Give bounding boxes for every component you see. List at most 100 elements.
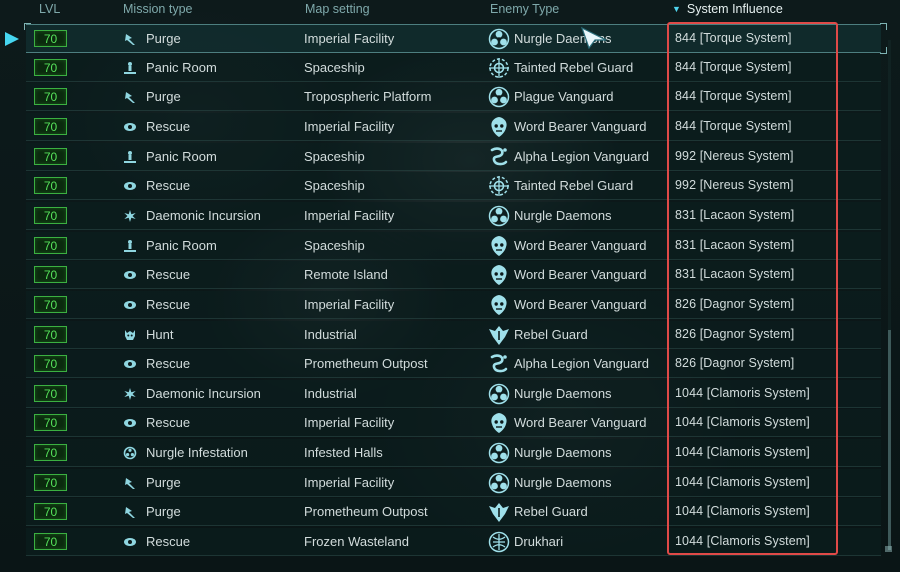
- map-setting: Spaceship: [304, 149, 365, 164]
- mission-type: Rescue: [146, 267, 191, 282]
- map-setting: Prometheum Outpost: [304, 356, 428, 371]
- enemy-type: Rebel Guard: [514, 327, 588, 342]
- nurgle-icon: [488, 383, 510, 405]
- drukhari-icon: [488, 531, 510, 553]
- map-setting: Prometheum Outpost: [304, 504, 428, 519]
- rescue-icon: [124, 123, 136, 131]
- enemy-type: Rebel Guard: [514, 504, 588, 519]
- rescue-icon: [124, 301, 136, 309]
- scrollbar-end-cap: [885, 546, 892, 552]
- panic-room-icon: [124, 240, 136, 252]
- mission-type: Rescue: [146, 119, 191, 134]
- mission-type: Purge: [146, 504, 181, 519]
- mission-type: Daemonic Incursion: [146, 208, 261, 223]
- enemy-type: Alpha Legion Vanguard: [514, 149, 649, 164]
- tainted-guard-icon: [489, 176, 509, 196]
- column-header-bar: LVL Mission type Map setting Enemy Type …: [0, 0, 900, 20]
- mission-type: Daemonic Incursion: [146, 386, 261, 401]
- level-badge: 70: [34, 296, 67, 313]
- purge-icon: [125, 507, 135, 518]
- map-setting: Imperial Facility: [304, 415, 395, 430]
- enemy-type: Nurgle Daemons: [514, 208, 612, 223]
- purge-icon: [125, 92, 135, 103]
- mission-type: Panic Room: [146, 149, 217, 164]
- alpha-legion-icon: [490, 354, 508, 373]
- mission-type: Rescue: [146, 297, 191, 312]
- purge-icon: [125, 478, 135, 489]
- system-influence-label: System Influence: [686, 2, 783, 16]
- mission-type: Rescue: [146, 415, 191, 430]
- mission-type: Rescue: [146, 178, 191, 193]
- nurgle-icon: [488, 28, 510, 50]
- panic-room-icon: [124, 62, 136, 74]
- enemy-type: Nurgle Daemons: [514, 475, 612, 490]
- level-badge: 70: [34, 30, 67, 47]
- purge-icon: [125, 34, 135, 45]
- mission-type: Rescue: [146, 534, 191, 549]
- enemy-type: Word Bearer Vanguard: [514, 415, 647, 430]
- mission-type: Panic Room: [146, 60, 217, 75]
- nurgle-infestation-icon: [123, 446, 137, 460]
- selection-arrow-icon: [5, 32, 19, 46]
- rescue-icon: [124, 182, 136, 190]
- map-setting: Imperial Facility: [304, 208, 395, 223]
- level-badge: 70: [34, 355, 67, 372]
- column-header-mission-type[interactable]: Mission type: [123, 2, 192, 16]
- level-badge: 70: [34, 414, 67, 431]
- map-setting: Tropospheric Platform: [304, 89, 432, 104]
- enemy-type: Word Bearer Vanguard: [514, 238, 647, 253]
- level-badge: 70: [34, 59, 67, 76]
- map-setting: Remote Island: [304, 267, 388, 282]
- daemonic-incursion-icon: [124, 388, 136, 400]
- enemy-type: Alpha Legion Vanguard: [514, 356, 649, 371]
- map-setting: Industrial: [304, 386, 357, 401]
- selection-corner: [880, 47, 887, 54]
- enemy-type: Nurgle Daemons: [514, 386, 612, 401]
- mission-type: Rescue: [146, 356, 191, 371]
- map-setting: Frozen Wasteland: [304, 534, 410, 549]
- rescue-icon: [124, 360, 136, 368]
- word-bearer-icon: [491, 236, 507, 256]
- nurgle-icon: [488, 86, 510, 108]
- map-setting: Imperial Facility: [304, 119, 395, 134]
- level-badge: 70: [34, 533, 67, 550]
- level-badge: 70: [34, 177, 67, 194]
- column-header-system-influence[interactable]: ▼ System Influence: [672, 2, 783, 16]
- level-badge: 70: [34, 207, 67, 224]
- selection-corner: [880, 23, 887, 30]
- rebel-guard-icon: [489, 503, 509, 522]
- level-badge: 70: [34, 503, 67, 520]
- mission-type: Purge: [146, 31, 181, 46]
- enemy-type: Word Bearer Vanguard: [514, 297, 647, 312]
- map-setting: Industrial: [304, 327, 357, 342]
- map-setting: Spaceship: [304, 238, 365, 253]
- nurgle-icon: [488, 442, 510, 464]
- nurgle-icon: [488, 472, 510, 494]
- daemonic-incursion-icon: [124, 210, 136, 222]
- enemy-type: Plague Vanguard: [514, 89, 614, 104]
- word-bearer-icon: [491, 413, 507, 433]
- map-setting: Spaceship: [304, 60, 365, 75]
- selection-corner: [24, 23, 31, 30]
- word-bearer-icon: [491, 265, 507, 285]
- nurgle-icon: [488, 205, 510, 227]
- mission-type: Nurgle Infestation: [146, 445, 248, 460]
- level-badge: 70: [34, 237, 67, 254]
- column-header-enemy-type[interactable]: Enemy Type: [490, 2, 559, 16]
- column-header-map-setting[interactable]: Map setting: [305, 2, 370, 16]
- map-setting: Infested Halls: [304, 445, 383, 460]
- column-header-lvl[interactable]: LVL: [39, 2, 60, 16]
- scrollbar-thumb[interactable]: [888, 330, 891, 550]
- alpha-legion-icon: [490, 147, 508, 166]
- level-badge: 70: [34, 326, 67, 343]
- level-badge: 70: [34, 444, 67, 461]
- mission-type: Purge: [146, 475, 181, 490]
- level-badge: 70: [34, 88, 67, 105]
- system-influence-highlight-box: [667, 22, 838, 555]
- map-setting: Imperial Facility: [304, 31, 395, 46]
- rescue-icon: [124, 538, 136, 546]
- mission-type: Purge: [146, 89, 181, 104]
- map-setting: Imperial Facility: [304, 297, 395, 312]
- level-badge: 70: [34, 266, 67, 283]
- enemy-type: Word Bearer Vanguard: [514, 119, 647, 134]
